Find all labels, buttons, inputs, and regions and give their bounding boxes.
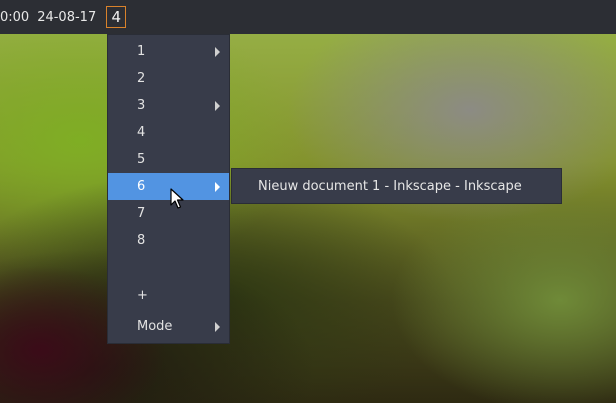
triangle-right-icon xyxy=(215,101,220,111)
menu-item-workspace-6[interactable]: 6 xyxy=(108,173,229,200)
menu-item-workspace-3[interactable]: 3 xyxy=(108,92,229,119)
menu-item-label: + xyxy=(137,288,148,303)
menu-item-workspace-1[interactable]: 1 xyxy=(108,38,229,65)
menu-item-add-workspace[interactable]: + xyxy=(108,282,229,309)
menu-item-label: 7 xyxy=(137,206,146,221)
triangle-right-icon xyxy=(215,182,220,192)
menu-item-workspace-5[interactable]: 5 xyxy=(108,146,229,173)
menu-item-label: 6 xyxy=(137,179,146,194)
menu-item-label: 1 xyxy=(137,44,146,59)
workspace-menu: 1 2 3 4 5 6 7 8 + Mode xyxy=(107,34,230,344)
menu-item-workspace-2[interactable]: 2 xyxy=(108,65,229,92)
top-panel: 0:00 24-08-17 4 xyxy=(0,0,616,34)
mouse-pointer-icon xyxy=(170,188,184,209)
window-title: Nieuw document 1 - Inkscape - Inkscape xyxy=(258,178,522,194)
menu-item-label: 2 xyxy=(137,71,146,86)
date[interactable]: 24-08-17 xyxy=(37,10,96,25)
menu-item-label: 4 xyxy=(137,125,146,140)
triangle-right-icon xyxy=(215,47,220,57)
triangle-right-icon xyxy=(215,322,220,332)
menu-item-label: 3 xyxy=(137,98,146,113)
clock[interactable]: 0:00 xyxy=(0,10,29,25)
menu-item-workspace-8[interactable]: 8 xyxy=(108,227,229,254)
menu-item-mode[interactable]: Mode xyxy=(108,313,229,340)
menu-item-workspace-7[interactable]: 7 xyxy=(108,200,229,227)
window-item-inkscape[interactable]: Nieuw document 1 - Inkscape - Inkscape xyxy=(232,169,561,203)
menu-item-label: 5 xyxy=(137,152,146,167)
menu-item-workspace-4[interactable]: 4 xyxy=(108,119,229,146)
menu-item-label: Mode xyxy=(137,319,173,334)
menu-item-label: 8 xyxy=(137,233,146,248)
workspace-6-submenu: Nieuw document 1 - Inkscape - Inkscape xyxy=(231,168,562,204)
workspace-indicator[interactable]: 4 xyxy=(106,6,127,28)
